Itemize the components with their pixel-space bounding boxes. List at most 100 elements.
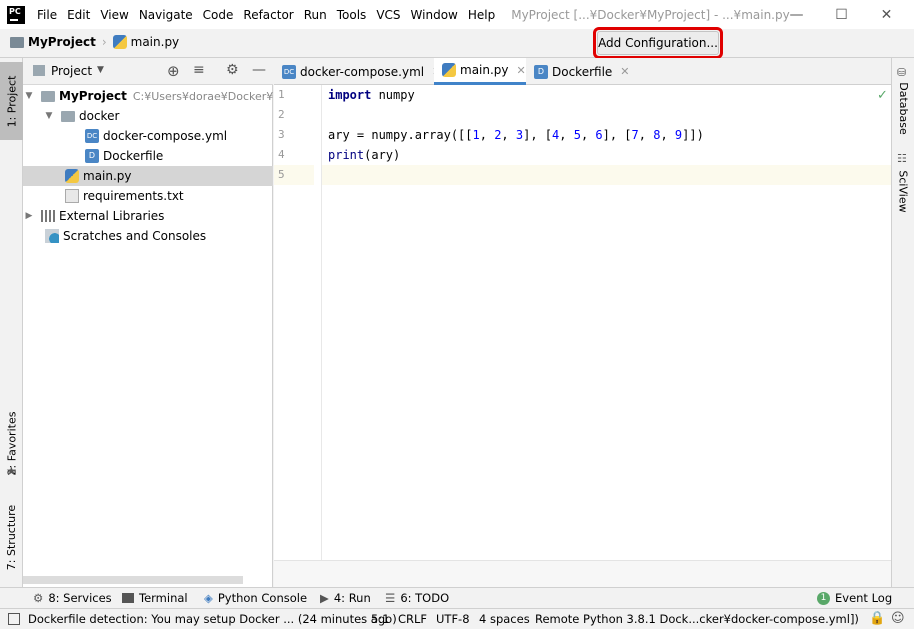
tab-database-tool[interactable]: Database: [892, 82, 914, 135]
tree-label-main-py: main.py: [83, 169, 132, 183]
breadcrumb-project[interactable]: MyProject: [28, 35, 96, 49]
dockerfile-icon: D: [534, 64, 548, 79]
left-tool-strip: 1: Project 2: Favorites ★ 7: Structure: [0, 58, 23, 587]
docker-compose-file-icon: DC: [85, 129, 99, 143]
todo-icon: ☰: [385, 591, 396, 605]
tab-label: Dockerfile: [552, 64, 613, 79]
bottom-tool-bar: ⚙ 8: Services Terminal ◈ Python Console ▶ 4…: [0, 587, 914, 608]
chevron-down-icon[interactable]: ▼: [43, 111, 55, 121]
indent-setting[interactable]: 4 spaces: [479, 612, 530, 626]
gear-icon[interactable]: ⚙: [226, 62, 239, 78]
menu-refactor[interactable]: Refactor: [243, 8, 293, 22]
current-line-highlight: [274, 165, 891, 185]
python-file-icon: [442, 63, 456, 77]
highlight-box: [593, 27, 723, 59]
tree-item-docker-compose[interactable]: DC docker-compose.yml: [23, 126, 273, 146]
tab-event-log[interactable]: 1 Event Log: [817, 591, 892, 605]
status-message[interactable]: Dockerfile detection: You may setup Dock…: [28, 612, 397, 626]
tree-item-external-libraries[interactable]: ▶ External Libraries: [23, 206, 273, 226]
chevron-down-icon[interactable]: ▼: [23, 91, 35, 101]
tab-run[interactable]: ▶ 4: Run: [320, 591, 371, 605]
line-number: 4: [278, 148, 285, 161]
menu-tools[interactable]: Tools: [337, 8, 367, 22]
collapse-all-icon[interactable]: ≡: [193, 62, 205, 78]
close-icon[interactable]: ✕: [864, 0, 909, 29]
pycharm-logo-icon: PC: [7, 5, 25, 24]
title-bar: PC File Edit View Navigate Code Refactor…: [0, 0, 914, 29]
navigation-bar: MyProject › main.py ▶ ✱ ▣ ◷ ☰ ■: [0, 29, 914, 81]
menu-window[interactable]: Window: [411, 8, 458, 22]
window-title: MyProject [...¥Docker¥MyProject] - ...¥m…: [511, 7, 790, 22]
breadcrumb-file[interactable]: main.py: [131, 35, 180, 49]
tree-item-docker[interactable]: ▼ docker: [23, 106, 273, 126]
tree-item-dockerfile[interactable]: D Dockerfile: [23, 146, 273, 166]
sciview-icon: ☷: [897, 152, 907, 165]
python-file-icon: [65, 169, 79, 183]
inspection-ok-icon[interactable]: ✓: [877, 88, 888, 103]
lock-icon[interactable]: 🔒: [869, 611, 885, 626]
inspector-icon[interactable]: ☺: [891, 611, 905, 626]
database-icon: ⛁: [897, 66, 907, 79]
interpreter-selector[interactable]: Remote Python 3.8.1 Dock...cker¥docker-c…: [535, 612, 859, 626]
tab-dockerfile[interactable]: D Dockerfile ✕: [526, 58, 630, 85]
code-line-1[interactable]: import numpy: [328, 85, 415, 105]
menu-run[interactable]: Run: [304, 8, 327, 22]
docker-compose-file-icon: DC: [282, 64, 296, 79]
menu-edit[interactable]: Edit: [67, 8, 90, 22]
services-icon: ⚙: [33, 591, 44, 605]
caret-position[interactable]: 5:1: [371, 612, 390, 626]
menu-navigate[interactable]: Navigate: [139, 8, 193, 22]
tree-root-path: C:¥Users¥dorae¥Docker¥MyP: [132, 89, 273, 103]
tab-services[interactable]: ⚙ 8: Services: [33, 591, 112, 605]
tree-label-docker-compose: docker-compose.yml: [103, 129, 228, 143]
project-view-selector[interactable]: Project: [51, 64, 92, 78]
folder-icon: [61, 110, 75, 122]
tree-item-scratches[interactable]: Scratches and Consoles: [23, 226, 273, 246]
tab-project-tool[interactable]: 1: Project: [0, 62, 23, 140]
tree-label-myproject: MyProject: [59, 89, 127, 103]
project-panel: Project ▼ ⊕ ≡ ⚙ — ▼ MyProject C:¥Users¥d…: [23, 58, 273, 587]
tree-item-main-py[interactable]: main.py: [23, 166, 273, 186]
tab-todo[interactable]: ☰ 6: TODO: [385, 591, 449, 605]
tab-main-py[interactable]: main.py ✕: [434, 58, 526, 85]
tree-label-dockerfile: Dockerfile: [103, 149, 164, 163]
menu-view[interactable]: View: [100, 8, 128, 22]
code-line-4[interactable]: print(ary): [328, 145, 400, 165]
library-icon: [41, 210, 55, 222]
chevron-down-icon[interactable]: ▼: [97, 65, 104, 75]
status-bar: Dockerfile detection: You may setup Dock…: [0, 608, 914, 629]
tab-structure-tool[interactable]: 7: Structure: [0, 498, 23, 576]
chevron-right-icon[interactable]: ▶: [23, 211, 35, 221]
close-icon[interactable]: ✕: [620, 65, 629, 78]
tab-sciview-tool[interactable]: SciView: [892, 168, 914, 214]
folder-icon: [10, 36, 24, 48]
menu-file[interactable]: File: [37, 8, 57, 22]
tab-terminal[interactable]: Terminal: [122, 591, 188, 605]
project-panel-header: Project ▼ ⊕ ≡ ⚙ —: [23, 58, 273, 85]
tab-python-console[interactable]: ◈ Python Console: [204, 591, 307, 605]
tree-item-requirements[interactable]: requirements.txt: [23, 186, 273, 206]
horizontal-scrollbar[interactable]: [23, 576, 243, 584]
tree-item-myproject[interactable]: ▼ MyProject C:¥Users¥dorae¥Docker¥MyP: [23, 86, 273, 106]
maximize-icon[interactable]: ☐: [819, 0, 864, 29]
tab-docker-compose[interactable]: DC docker-compose.yml ✕: [274, 58, 441, 85]
menu-vcs[interactable]: VCS: [376, 8, 400, 22]
file-encoding[interactable]: UTF-8: [436, 612, 470, 626]
run-icon: ▶: [320, 591, 329, 605]
minimize-icon[interactable]: —: [774, 0, 819, 29]
locate-icon[interactable]: ⊕: [167, 62, 180, 80]
python-console-icon: ◈: [204, 591, 213, 605]
toggle-tool-windows-icon[interactable]: [8, 613, 20, 625]
line-separator[interactable]: CRLF: [398, 612, 427, 626]
tab-label: main.py: [460, 63, 509, 77]
menu-help[interactable]: Help: [468, 8, 495, 22]
code-line-3[interactable]: ary = numpy.array([[1, 2, 3], [4, 5, 6],…: [328, 125, 704, 145]
close-icon[interactable]: ✕: [517, 64, 526, 77]
menu-code[interactable]: Code: [203, 8, 234, 22]
right-tool-strip: ⛁ Database ☷ SciView: [891, 58, 914, 587]
breadcrumb: MyProject › main.py: [10, 35, 179, 49]
terminal-icon: [122, 593, 134, 603]
event-count-badge: 1: [817, 591, 830, 605]
folder-icon: [41, 90, 55, 102]
hide-panel-icon[interactable]: —: [252, 62, 266, 78]
